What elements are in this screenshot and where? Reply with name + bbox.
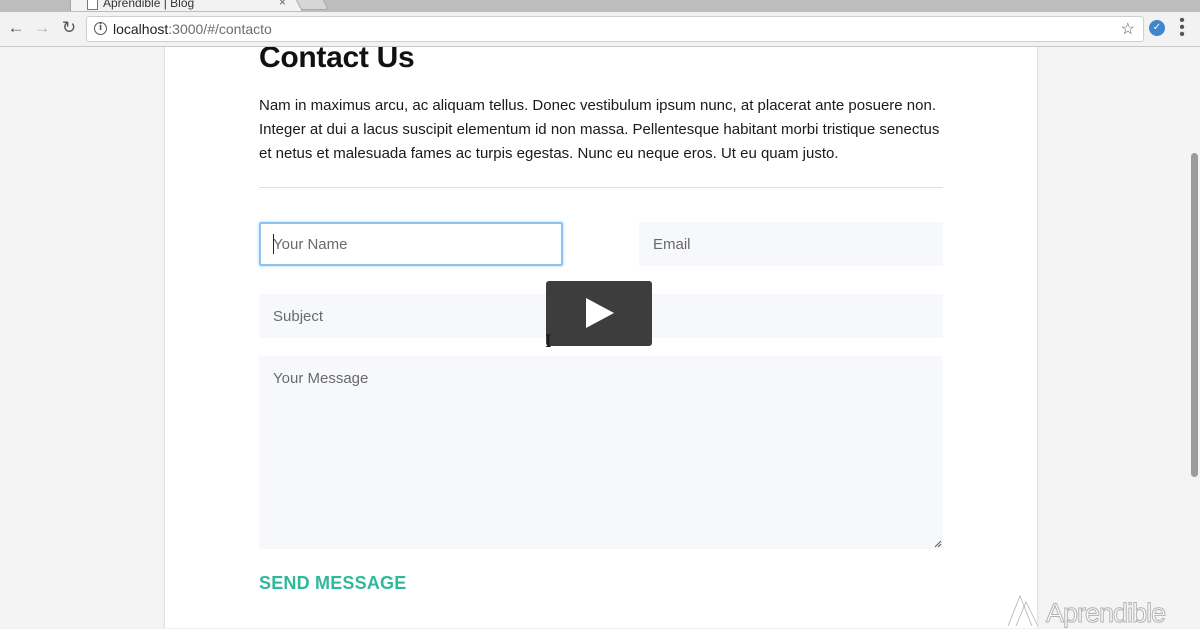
reload-icon[interactable]: ↻ [58, 17, 80, 39]
browser-toolbar: ← → ↻ i localhost:3000/#/contacto ☆ ✓ • •… [0, 12, 1200, 47]
play-icon [586, 298, 614, 328]
send-message-button[interactable]: SEND MESSAGE [259, 573, 406, 594]
resize-handle-icon[interactable] [934, 540, 942, 548]
page-title: Contact Us [259, 47, 415, 74]
page-favicon-icon [87, 0, 98, 10]
back-arrow-icon[interactable]: ← [5, 17, 27, 39]
browser-tab[interactable]: Aprendible | Blog × [70, 0, 302, 11]
close-tab-icon[interactable]: × [279, 0, 286, 9]
email-input[interactable] [639, 222, 943, 266]
divider [259, 187, 943, 188]
watermark-text: Aprendible [1045, 598, 1166, 629]
url-path: :3000/#/contacto [168, 21, 272, 37]
browser-menu-icon[interactable]: • • • [1176, 13, 1188, 43]
text-caret [273, 234, 274, 254]
name-input[interactable] [259, 222, 563, 266]
scrollbar[interactable] [1188, 47, 1200, 628]
site-info-icon[interactable]: i [94, 22, 107, 35]
url-host: localhost [113, 21, 169, 37]
aprendible-logo-icon [1007, 593, 1039, 627]
forward-arrow-icon[interactable]: → [31, 17, 53, 39]
text-cursor-icon: I [545, 332, 552, 352]
intro-paragraph: Nam in maximus arcu, ac aliquam tellus. … [259, 97, 940, 162]
extension-check-icon[interactable]: ✓ [1149, 20, 1165, 36]
tab-title: Aprendible | Blog [103, 0, 195, 10]
message-textarea[interactable] [259, 356, 943, 549]
tab-strip: Aprendible | Blog × [0, 0, 1200, 12]
bookmark-star-icon[interactable]: ☆ [1121, 19, 1135, 39]
aprendible-watermark: Aprendible [1006, 592, 1186, 629]
address-bar[interactable]: i localhost:3000/#/contacto ☆ [86, 16, 1144, 42]
url-text: localhost:3000/#/contacto [113, 21, 272, 37]
scrollbar-thumb[interactable] [1191, 153, 1198, 477]
video-play-button[interactable] [546, 281, 652, 346]
